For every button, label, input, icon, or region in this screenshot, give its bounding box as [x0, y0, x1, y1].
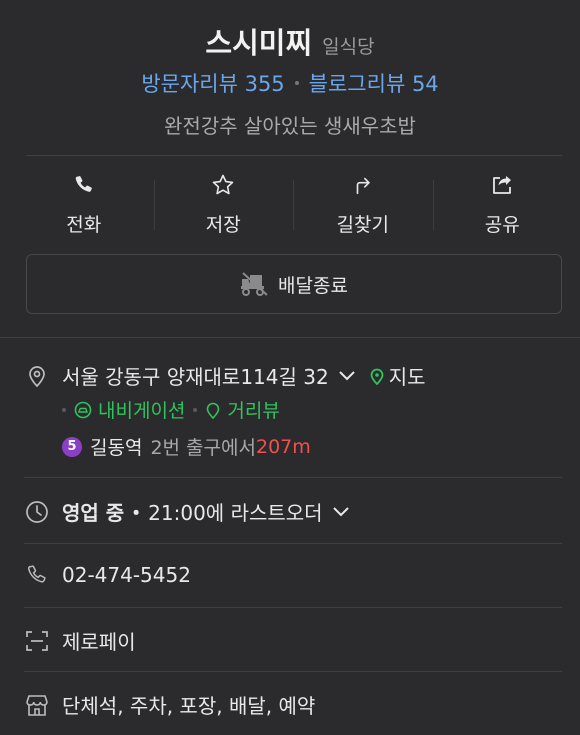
- delivery-button[interactable]: 배달종료: [26, 254, 562, 314]
- subway-line-badge: 5: [62, 436, 82, 457]
- divider: [0, 337, 580, 338]
- place-header: 스시미찌 일식당 방문자리뷰 355 블로그리뷰 54 완전강추 살아있는 생새…: [0, 0, 580, 139]
- blog-review-link[interactable]: 블로그리뷰 54: [309, 68, 439, 98]
- address-text: 서울 강동구 양재대로114길 32: [62, 365, 329, 389]
- navigation-label: 내비게이션: [98, 400, 186, 422]
- share-button[interactable]: 공유: [432, 172, 573, 237]
- call-label: 전화: [66, 214, 102, 236]
- facilities-row: 단체석, 주차, 포장, 배달, 예약: [24, 690, 315, 719]
- save-button[interactable]: 저장: [153, 172, 294, 237]
- subway-station: 길동역: [90, 437, 143, 459]
- subway-info: 5 길동역 2번 출구에서 207m: [62, 433, 311, 460]
- subway-distance: 207m: [255, 435, 311, 458]
- phone-number: 02-474-5452: [62, 563, 191, 587]
- review-row: 방문자리뷰 355 블로그리뷰 54: [0, 68, 580, 98]
- place-name: 스시미찌: [205, 26, 313, 60]
- place-category: 일식당: [322, 36, 375, 58]
- share-label: 공유: [484, 214, 520, 236]
- subway-exit: 2번 출구에서: [150, 437, 256, 459]
- directions-button[interactable]: 길찾기: [293, 172, 433, 237]
- street-view-link[interactable]: 거리뷰: [205, 396, 280, 423]
- divider: [24, 607, 562, 608]
- address-row: 서울 강동구 양재대로114길 32 지도: [24, 361, 426, 390]
- delivery-icon: [240, 271, 270, 297]
- store-icon: [24, 692, 50, 718]
- payment-label: 제로페이: [62, 630, 136, 654]
- divider: [24, 477, 562, 478]
- street-view-pin-icon: [207, 402, 220, 419]
- separator-dot: [294, 81, 299, 85]
- divider: [24, 671, 562, 672]
- address-links: 내비게이션 거리뷰: [62, 396, 280, 423]
- divider: [26, 155, 562, 156]
- visitor-review-link[interactable]: 방문자리뷰 355: [141, 68, 284, 98]
- call-button[interactable]: 전화: [14, 172, 154, 237]
- divider: [24, 543, 562, 544]
- map-link[interactable]: 지도: [369, 361, 426, 390]
- facilities-text: 단체석, 주차, 포장, 배달, 예약: [62, 694, 316, 718]
- delivery-label: 배달종료: [278, 274, 348, 297]
- hours-row[interactable]: 영업 중 ・ 21:00에 라스트오더: [24, 497, 349, 526]
- hours-expand-chevron-icon[interactable]: [332, 506, 349, 517]
- title-row: 스시미찌 일식당: [0, 20, 580, 60]
- separator-dot: [193, 407, 198, 412]
- hours-detail: 21:00에 라스트오더: [148, 501, 323, 525]
- action-bar: 전화 저장 길찾기 공유: [14, 172, 572, 237]
- separator-dot: [62, 407, 66, 412]
- scan-icon: [24, 628, 50, 654]
- street-view-label: 거리뷰: [227, 400, 280, 422]
- star-icon: [210, 172, 236, 198]
- directions-label: 길찾기: [336, 214, 389, 236]
- navigation-link[interactable]: 내비게이션: [74, 396, 185, 423]
- phone-row[interactable]: 02-474-5452: [24, 562, 191, 588]
- directions-icon: [350, 172, 376, 198]
- car-icon: [74, 401, 92, 418]
- map-pin-icon: [370, 368, 384, 385]
- place-tagline: 완전강추 살아있는 생새우초밥: [164, 114, 416, 138]
- save-label: 저장: [205, 214, 241, 236]
- map-label: 지도: [388, 365, 426, 389]
- phone-icon: [71, 172, 97, 198]
- payment-row: 제로페이: [24, 626, 136, 655]
- hours-separator: ・: [126, 501, 147, 525]
- phone-outline-icon: [24, 562, 50, 588]
- address-expand-chevron-icon[interactable]: [338, 370, 355, 381]
- hours-status: 영업 중: [62, 501, 125, 525]
- location-pin-icon: [24, 363, 50, 389]
- clock-icon: [24, 499, 50, 525]
- share-icon: [489, 172, 515, 198]
